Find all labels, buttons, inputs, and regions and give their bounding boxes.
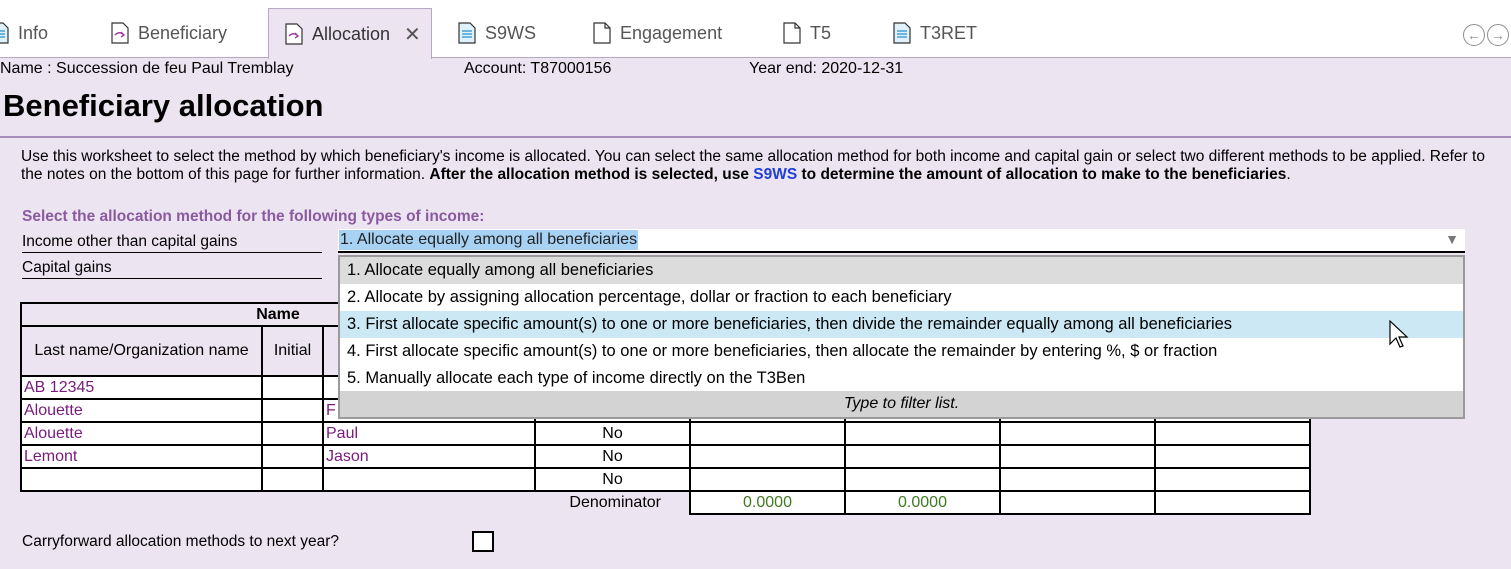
tab-t3ret[interactable]: T3RET: [893, 8, 977, 58]
dropdown-option-2[interactable]: 2. Allocate by assigning allocation perc…: [340, 284, 1463, 311]
denominator-value-1: 0.0000: [689, 490, 846, 515]
tab-engagement[interactable]: Engagement: [593, 8, 722, 58]
tab-s9ws[interactable]: S9WS: [458, 8, 536, 58]
client-name: Name : Succession de feu Paul Tremblay: [0, 60, 294, 77]
intro-text: Use this worksheet to select the method …: [21, 148, 1501, 184]
tab-s9ws-label: S9WS: [485, 22, 537, 43]
account-number: Account: T87000156: [464, 60, 612, 77]
last-name-cell[interactable]: [20, 467, 263, 492]
tab-beneficiary-label: Beneficiary: [138, 22, 228, 43]
tab-allocation-label: Allocation: [312, 23, 391, 44]
dropdown-option-1[interactable]: 1. Allocate equally among all beneficiar…: [340, 257, 1463, 284]
flag-cell[interactable]: No: [534, 444, 691, 469]
table-row: Alouette Paul No: [20, 421, 1311, 446]
denominator-value-2: 0.0000: [844, 490, 1001, 515]
document-arrow-icon: [285, 23, 303, 45]
flag-cell[interactable]: No: [534, 467, 691, 492]
tab-t3ret-label: T3RET: [920, 22, 978, 43]
close-icon[interactable]: ✕: [404, 22, 421, 47]
intro-end: .: [1286, 166, 1291, 183]
document-lines-icon: [0, 22, 9, 44]
tab-t5-label: T5: [810, 22, 832, 43]
filter-hint: Type to filter list.: [340, 391, 1463, 417]
mouse-cursor-icon: [1389, 320, 1409, 348]
tab-bar: Info Beneficiary Allocation ✕ S9WS Engag…: [0, 0, 1511, 59]
blank-document-icon: [783, 22, 801, 44]
tab-info[interactable]: Info: [0, 8, 48, 58]
income-method-select[interactable]: 1. Allocate equally among all beneficiar…: [338, 229, 1465, 253]
intro-bold-after: to determine the amount of allocation to…: [797, 166, 1287, 183]
method-dropdown-list: 1. Allocate equally among all beneficiar…: [338, 255, 1465, 419]
table-row: No: [20, 467, 1311, 492]
carryforward-checkbox[interactable]: [472, 531, 494, 552]
capital-gains-label: Capital gains: [22, 259, 322, 279]
last-name-cell[interactable]: AB 12345: [20, 375, 263, 400]
year-end: Year end: 2020-12-31: [749, 60, 904, 77]
tab-engagement-label: Engagement: [620, 22, 723, 43]
forward-arrow-icon[interactable]: →: [1487, 24, 1509, 46]
intro-bold-before: After the allocation method is selected,…: [429, 166, 754, 183]
first-name-cell[interactable]: Jason: [322, 444, 536, 469]
first-name-cell[interactable]: Paul: [322, 421, 536, 446]
chevron-down-icon[interactable]: ▼: [1445, 231, 1459, 247]
denominator-label: Denominator: [569, 494, 661, 511]
tab-t5[interactable]: T5: [783, 8, 831, 58]
allocation-method-heading: Select the allocation method for the fol…: [22, 208, 485, 225]
tab-info-label: Info: [18, 22, 49, 43]
tab-beneficiary[interactable]: Beneficiary: [111, 8, 227, 58]
income-method-value: 1. Allocate equally among all beneficiar…: [339, 230, 639, 250]
table-row: Lemont Jason No: [20, 444, 1311, 469]
initial-cell[interactable]: [261, 375, 324, 400]
last-name-cell[interactable]: Lemont: [20, 444, 263, 469]
income-other-label: Income other than capital gains: [22, 233, 322, 253]
initial-cell[interactable]: [261, 444, 324, 469]
document-arrow-icon: [111, 22, 129, 44]
document-lines-icon: [458, 22, 476, 44]
tab-navigation: ← →: [1461, 24, 1509, 46]
dropdown-option-3[interactable]: 3. First allocate specific amount(s) to …: [340, 311, 1463, 338]
flag-cell[interactable]: No: [534, 421, 691, 446]
carryforward-label: Carryforward allocation methods to next …: [22, 533, 340, 550]
tab-allocation[interactable]: Allocation ✕: [268, 8, 432, 59]
document-lines-icon: [893, 22, 911, 44]
initial-cell[interactable]: [261, 467, 324, 492]
dropdown-option-4[interactable]: 4. First allocate specific amount(s) to …: [340, 338, 1463, 365]
denominator-row: Denominator 0.0000 0.0000: [21, 490, 1311, 515]
last-name-cell[interactable]: Alouette: [20, 398, 263, 423]
last-name-cell[interactable]: Alouette: [20, 421, 263, 446]
initial-header: Initial: [261, 325, 324, 377]
page-title: Beneficiary allocation: [3, 88, 324, 123]
last-name-header: Last name/Organization name: [20, 325, 263, 377]
dropdown-option-5[interactable]: 5. Manually allocate each type of income…: [340, 365, 1463, 392]
initial-cell[interactable]: [261, 398, 324, 423]
initial-cell[interactable]: [261, 421, 324, 446]
s9ws-link[interactable]: S9WS: [753, 166, 797, 183]
blank-document-icon: [593, 22, 611, 44]
back-arrow-icon[interactable]: ←: [1463, 24, 1485, 46]
title-divider: [0, 136, 1511, 138]
first-name-cell[interactable]: [322, 467, 536, 492]
